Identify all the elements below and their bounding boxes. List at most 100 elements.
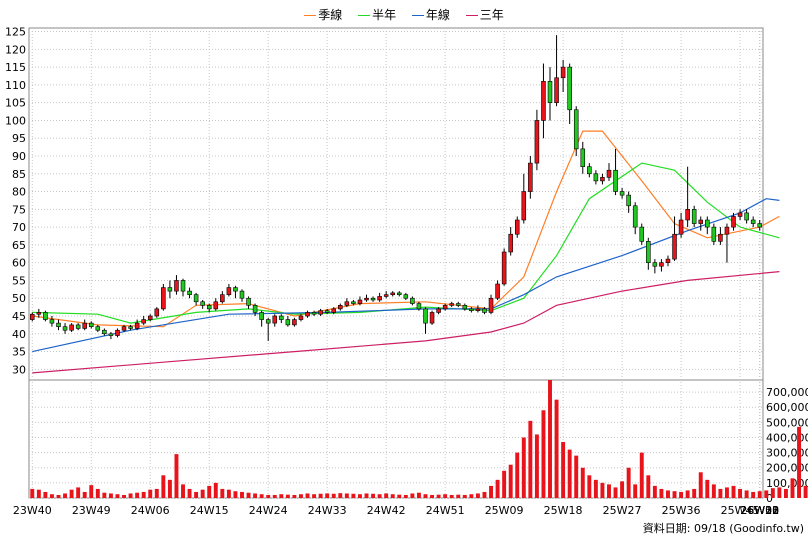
candle-body (134, 322, 140, 329)
candle-body (521, 191, 527, 221)
volume-bar (56, 494, 61, 498)
time-tick-label: 24W24 (249, 504, 288, 517)
candle-body (193, 294, 199, 303)
volume-bar (338, 493, 343, 498)
candle-body (711, 226, 717, 242)
volume-bar (128, 493, 133, 498)
volume-bar (285, 494, 290, 498)
candle-body (36, 312, 42, 315)
volume-bar (292, 494, 297, 498)
volume-bar (331, 493, 336, 498)
price-tick-label: 40 (12, 328, 26, 341)
volume-bar (646, 475, 651, 498)
candle-body (338, 305, 343, 310)
volume-bar (449, 494, 454, 498)
candle-body (141, 319, 146, 324)
volume-bar (593, 479, 598, 498)
volume-bar (305, 493, 310, 498)
volume-bar (462, 494, 467, 498)
price-tick-label: 80 (12, 186, 26, 199)
volume-bar (36, 489, 41, 498)
candle-body (678, 219, 684, 235)
volume-bar (351, 493, 356, 498)
candle-body (469, 308, 474, 311)
candle-body (344, 301, 350, 306)
time-tick-label: 24W33 (308, 504, 347, 517)
volume-bar (443, 494, 448, 498)
volume-bar (652, 485, 657, 498)
candle-body (187, 290, 192, 295)
candle-body (174, 280, 179, 292)
candle-body (75, 324, 81, 329)
candle-body (206, 305, 212, 310)
volume-bar (384, 493, 389, 498)
candle-body (554, 77, 559, 103)
price-tick-label: 125 (5, 26, 26, 39)
candle-body (390, 292, 395, 295)
volume-bar (770, 488, 775, 498)
candle-body (436, 308, 441, 313)
volume-bar (207, 485, 212, 498)
volume-bar (482, 491, 487, 498)
candle-body (613, 169, 618, 192)
volume-bar (548, 380, 552, 498)
volume-bar (390, 494, 395, 498)
volume-bar (436, 494, 441, 498)
candle-body (69, 324, 74, 331)
time-tick-label: 25W09 (485, 504, 524, 517)
volume-bar (534, 434, 539, 498)
volume-bar (633, 484, 638, 498)
candle-body (351, 301, 356, 304)
volume-bar (102, 492, 107, 498)
candle-body (718, 233, 723, 242)
candle-body (272, 315, 278, 324)
candle-body (370, 297, 376, 301)
volume-tick-label: 500,000 (766, 416, 808, 429)
stock-chart: 30 35 40 45 50 55 60 65 70 75 80 85 90 95 100 105 110 115… (5, 26, 808, 517)
candle-body (220, 294, 225, 303)
candle-body (534, 120, 540, 164)
candle-body (659, 262, 664, 267)
volume-bar (744, 490, 749, 498)
candle-body (547, 81, 553, 103)
price-tick-label: 65 (12, 239, 26, 252)
volume-bar (469, 494, 474, 498)
volume-bar (659, 488, 664, 498)
candle-body (279, 315, 284, 320)
candle-body (744, 212, 749, 221)
volume-bar (698, 472, 703, 498)
volume-bar (63, 493, 68, 498)
volume-bar (718, 488, 723, 498)
candle-body (724, 226, 730, 235)
volume-bar (672, 491, 677, 498)
candle-body (567, 66, 572, 111)
source-date: 資料日期: 09/18 (Goodinfo.tw) (642, 522, 804, 535)
candle-body (541, 81, 546, 121)
volume-bar (692, 488, 697, 498)
volume-bar (246, 492, 251, 498)
candle-body (619, 191, 625, 196)
candle-body (560, 66, 566, 79)
candle-body (259, 312, 264, 320)
candle-body (646, 241, 651, 263)
candle-body (508, 233, 513, 253)
price-tick-label: 95 (12, 132, 26, 145)
candle-body (292, 319, 297, 326)
candle-body (410, 297, 415, 304)
candle-body (147, 315, 153, 320)
volume-bar (154, 488, 159, 498)
time-tick-label: 24W06 (131, 504, 170, 517)
candle-body (226, 287, 232, 295)
candle-body (731, 216, 736, 228)
volume-bar (318, 493, 323, 498)
time-tick-label: 24W51 (426, 504, 465, 517)
volume-bar (161, 475, 166, 498)
volume-bar (279, 494, 284, 498)
volume-bar (541, 410, 546, 498)
volume-bar (240, 491, 244, 498)
volume-bar (272, 494, 277, 498)
time-tick-label: 24W42 (367, 504, 406, 517)
price-tick-label: 70 (12, 221, 26, 234)
candle-body (691, 209, 697, 224)
volume-bar (423, 494, 428, 498)
